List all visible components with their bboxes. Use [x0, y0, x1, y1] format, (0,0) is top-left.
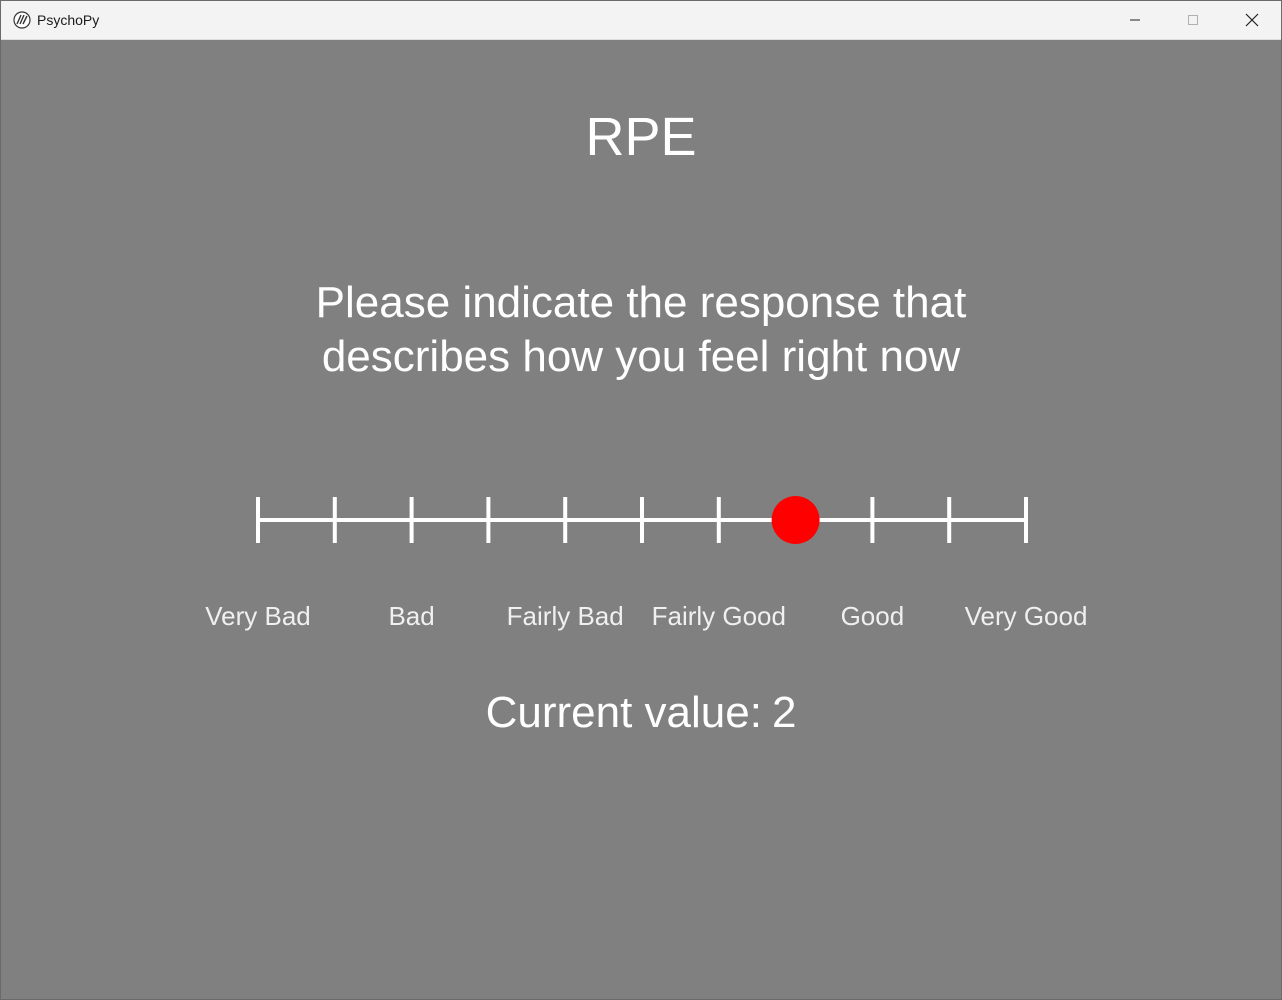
close-button[interactable]	[1223, 1, 1281, 39]
maximize-icon	[1188, 15, 1198, 25]
slider-label: Very Good	[964, 601, 1088, 631]
slider-label: Bad	[388, 601, 435, 631]
slider-label: Good	[840, 601, 905, 631]
minimize-icon	[1130, 19, 1140, 21]
slider-label: Fairly Bad	[506, 601, 624, 631]
close-icon	[1245, 13, 1259, 27]
title-bar[interactable]: PsychoPy	[1, 1, 1281, 40]
slider-label: Fairly Good	[651, 601, 786, 631]
minimize-button[interactable]	[1106, 1, 1164, 39]
psychopy-logo-icon	[13, 11, 31, 29]
maximize-button[interactable]	[1164, 1, 1222, 39]
current-value-number: 2	[771, 688, 797, 737]
current-value-readout: Current value: 2	[1, 686, 1281, 740]
slider-marker[interactable]	[771, 496, 820, 544]
rating-slider[interactable]	[1, 40, 1281, 600]
experiment-screen: RPE Please indicate the response that de…	[1, 40, 1281, 999]
current-value-label: Current value:	[485, 688, 762, 737]
window-title: PsychoPy	[37, 12, 100, 28]
psychopy-window: PsychoPy RPE Please indicate the respons…	[0, 0, 1282, 1000]
slider-label: Very Bad	[205, 601, 311, 631]
